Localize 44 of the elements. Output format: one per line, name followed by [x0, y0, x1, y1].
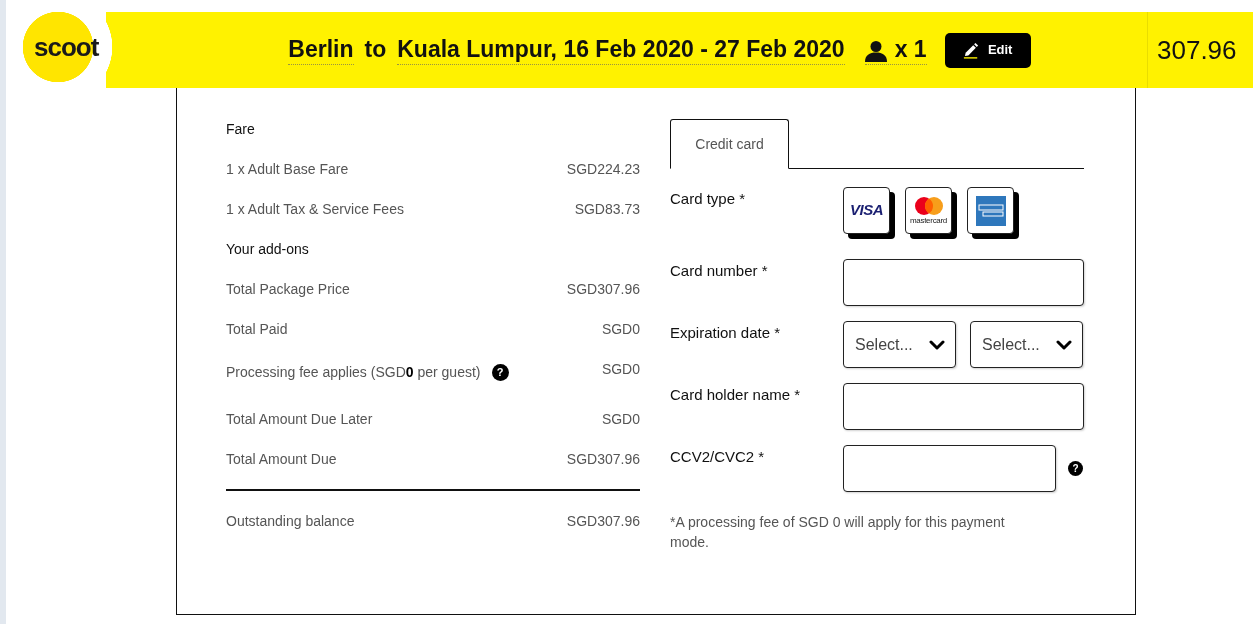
chevron-down-icon	[929, 339, 945, 350]
passenger-count-link[interactable]: x 1	[864, 35, 927, 65]
person-icon	[864, 39, 887, 62]
help-button[interactable]: ?	[1068, 461, 1083, 476]
section-heading: Your add-ons	[226, 240, 309, 259]
circles-logo-icon	[914, 196, 943, 215]
field-label: Expiration date *	[670, 323, 782, 343]
help-button[interactable]: ?	[491, 363, 509, 381]
payment-tab[interactable]: Credit card	[670, 119, 789, 169]
fee-label: 1 x Adult Tax & Service Fees	[226, 200, 404, 219]
fee-label: Total Package Price	[226, 280, 350, 299]
dropdown-select[interactable]: Select...	[843, 321, 956, 368]
fee-amount: SGD0	[601, 320, 640, 339]
fee-label: Total Paid	[226, 320, 288, 339]
fee-label: Total Amount Due	[226, 450, 337, 469]
field-label: CCV2/CVC2 *	[670, 447, 766, 467]
balance-amount: SGD307.96	[566, 512, 640, 531]
origin-link[interactable]: Berlin	[288, 35, 354, 65]
fee-amount: SGD0	[601, 360, 640, 379]
destination-dates-link[interactable]: Kuala Lumpur, 16 Feb 2020 - 27 Feb 2020	[397, 35, 845, 65]
fee-amount: SGD224.23	[566, 160, 640, 179]
chevron-down-icon	[1056, 339, 1072, 350]
edit-button[interactable]: Edit	[944, 32, 1031, 68]
fee-amount: SGD307.96	[566, 450, 640, 469]
fee-label: Total Amount Due Later	[226, 410, 373, 429]
field-label: Card type *	[670, 189, 747, 209]
dropdown-select[interactable]: Select...	[970, 321, 1083, 368]
connector-text: to	[364, 35, 387, 62]
fee-label: 1 x Adult Base Fare	[226, 160, 349, 179]
fee-note: *A processing fee of SGD 0 will apply for this payment mode.	[670, 513, 1006, 552]
fee-label: Processing fee applies (SGD0 per guest)	[226, 363, 481, 382]
field-label: Card number *	[670, 261, 769, 281]
text-field[interactable]	[843, 259, 1084, 306]
field-label: Card holder name *	[670, 385, 802, 405]
fee-amount: SGD83.73	[574, 200, 640, 219]
fee-amount: SGD0	[601, 410, 640, 429]
card-logo-icon	[975, 195, 1006, 226]
pencil-icon	[962, 41, 979, 59]
balance-label: Outstanding balance	[226, 512, 355, 531]
text-field[interactable]	[843, 445, 1056, 492]
section-heading: Fare	[226, 120, 255, 139]
fee-amount: SGD307.96	[566, 280, 640, 299]
text-field[interactable]	[843, 383, 1084, 430]
total-price: 307.96	[1157, 33, 1237, 67]
